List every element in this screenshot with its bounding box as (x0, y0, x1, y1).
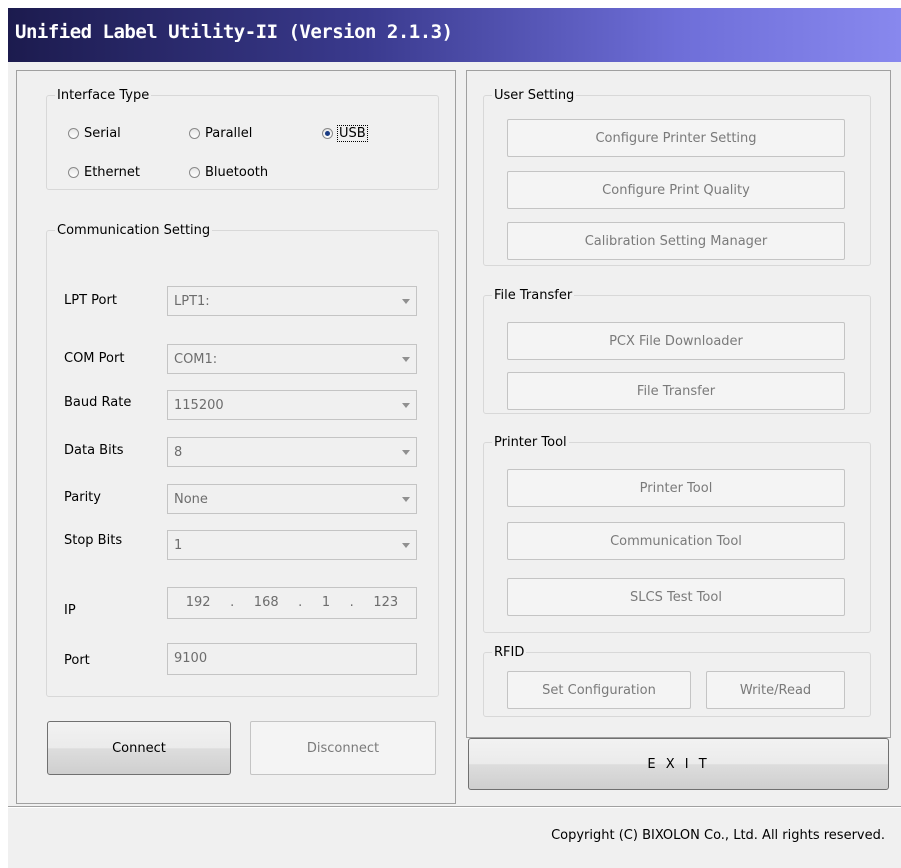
chevron-down-icon (402, 403, 410, 408)
button-label: Write/Read (739, 682, 812, 698)
radio-indicator-selected (322, 128, 333, 139)
ip-address-field[interactable]: 192 . 168 . 1 . 123 (167, 587, 417, 619)
com-port-label: COM Port (64, 351, 125, 366)
lpt-port-value: LPT1: (174, 294, 210, 309)
port-value: 9100 (174, 651, 208, 666)
ip-dot: . (349, 595, 354, 610)
exit-button[interactable]: E X I T (468, 738, 889, 790)
chevron-down-icon (402, 543, 410, 548)
left-panel: Interface Type Serial Parallel USB Ether… (16, 70, 456, 804)
baud-rate-select[interactable]: 115200 (167, 390, 417, 420)
button-label: Configure Printer Setting (595, 130, 757, 146)
set-configuration-button[interactable]: Set Configuration (507, 671, 691, 709)
file-transfer-legend: File Transfer (494, 288, 573, 303)
button-label: Communication Tool (610, 533, 742, 549)
parity-label: Parity (64, 490, 101, 505)
data-bits-value: 8 (174, 445, 183, 460)
ip-label: IP (64, 603, 76, 618)
com-port-select[interactable]: COM1: (167, 344, 417, 374)
window-title: Unified Label Utility-II (Version 2.1.3) (15, 21, 453, 43)
user-setting-legend: User Setting (494, 88, 575, 103)
configure-print-quality-button[interactable]: Configure Print Quality (507, 171, 845, 209)
stop-bits-label: Stop Bits (64, 533, 123, 548)
radio-indicator (68, 128, 79, 139)
button-label: Printer Tool (639, 480, 713, 496)
port-input[interactable]: 9100 (167, 643, 417, 675)
radio-parallel[interactable]: Parallel (189, 126, 252, 141)
button-label: Set Configuration (542, 682, 656, 698)
connect-label: Connect (112, 740, 166, 756)
baud-rate-value: 115200 (174, 398, 224, 413)
app-window: Unified Label Utility-II (Version 2.1.3)… (8, 8, 901, 868)
exit-label: E X I T (647, 756, 710, 772)
ip-dot: . (230, 595, 235, 610)
ip-octet-4: 123 (373, 595, 399, 610)
button-label: PCX File Downloader (609, 333, 743, 349)
configure-printer-setting-button[interactable]: Configure Printer Setting (507, 119, 845, 157)
radio-serial-label: Serial (84, 126, 121, 141)
write-read-button[interactable]: Write/Read (706, 671, 845, 709)
radio-parallel-label: Parallel (205, 126, 253, 141)
radio-indicator (68, 167, 79, 178)
baud-rate-label: Baud Rate (64, 395, 132, 410)
communication-setting-legend: Communication Setting (57, 223, 211, 238)
data-bits-label: Data Bits (64, 443, 124, 458)
radio-bluetooth-label: Bluetooth (205, 165, 269, 180)
communication-tool-button[interactable]: Communication Tool (507, 522, 845, 560)
lpt-port-label: LPT Port (64, 293, 117, 308)
data-bits-select[interactable]: 8 (167, 437, 417, 467)
rfid-legend: RFID (494, 645, 525, 660)
com-port-value: COM1: (174, 352, 218, 367)
radio-ethernet[interactable]: Ethernet (68, 165, 140, 180)
lpt-port-select[interactable]: LPT1: (167, 286, 417, 316)
chevron-down-icon (402, 450, 410, 455)
radio-ethernet-label: Ethernet (84, 165, 140, 180)
radio-usb[interactable]: USB (322, 125, 368, 142)
file-transfer-button[interactable]: File Transfer (507, 372, 845, 410)
button-label: Calibration Setting Manager (584, 233, 768, 249)
port-label: Port (64, 653, 90, 668)
calibration-setting-manager-button[interactable]: Calibration Setting Manager (507, 222, 845, 260)
printer-tool-button[interactable]: Printer Tool (507, 469, 845, 507)
pcx-file-downloader-button[interactable]: PCX File Downloader (507, 322, 845, 360)
radio-usb-label: USB (337, 125, 368, 142)
printer-tool-legend: Printer Tool (494, 435, 567, 450)
radio-serial[interactable]: Serial (68, 126, 121, 141)
chevron-down-icon (402, 357, 410, 362)
copyright-text: Copyright (C) BIXOLON Co., Ltd. All righ… (551, 828, 885, 843)
radio-indicator (189, 167, 200, 178)
button-label: Configure Print Quality (602, 182, 750, 198)
slcs-test-tool-button[interactable]: SLCS Test Tool (507, 578, 845, 616)
chevron-down-icon (402, 299, 410, 304)
chevron-down-icon (402, 497, 410, 502)
stop-bits-select[interactable]: 1 (167, 530, 417, 560)
button-label: SLCS Test Tool (630, 589, 722, 605)
ip-octet-2: 168 (253, 595, 279, 610)
right-panel: User Setting Configure Printer Setting C… (466, 70, 891, 738)
interface-type-legend: Interface Type (57, 88, 150, 103)
parity-select[interactable]: None (167, 484, 417, 514)
connect-button[interactable]: Connect (47, 721, 231, 775)
stop-bits-value: 1 (174, 538, 183, 553)
radio-indicator (189, 128, 200, 139)
ip-dot: . (298, 595, 303, 610)
button-label: File Transfer (636, 383, 716, 399)
disconnect-label: Disconnect (306, 740, 380, 756)
disconnect-button[interactable]: Disconnect (250, 721, 436, 775)
ip-octet-3: 1 (321, 595, 331, 610)
ip-octet-1: 192 (185, 595, 211, 610)
footer-divider (8, 806, 901, 808)
radio-bluetooth[interactable]: Bluetooth (189, 165, 268, 180)
parity-value: None (174, 492, 208, 507)
title-bar: Unified Label Utility-II (Version 2.1.3) (8, 8, 901, 62)
